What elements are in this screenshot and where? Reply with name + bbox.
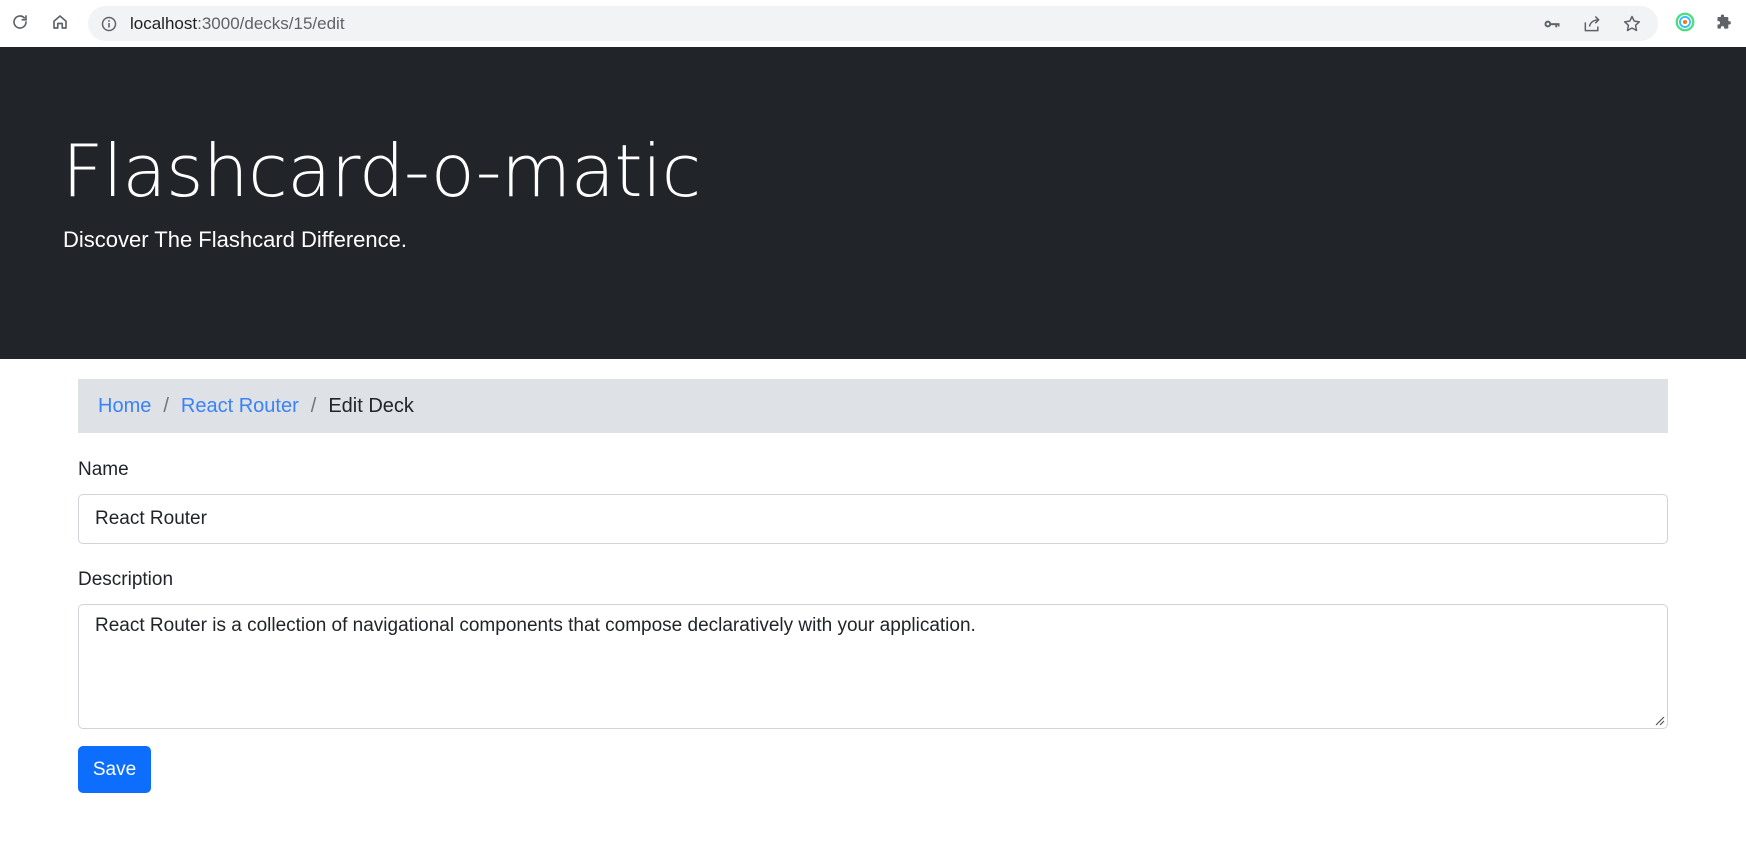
app-subtitle: Discover The Flashcard Difference. bbox=[63, 227, 407, 252]
puzzle-icon[interactable] bbox=[1712, 9, 1738, 35]
star-icon[interactable] bbox=[1621, 13, 1643, 35]
description-textarea[interactable]: React Router is a collection of navigati… bbox=[78, 604, 1668, 729]
browser-toolbar: localhost:3000/decks/15/edit bbox=[0, 0, 1746, 47]
name-input[interactable]: React Router bbox=[78, 494, 1668, 544]
info-icon[interactable] bbox=[100, 15, 117, 32]
breadcrumb-separator: / bbox=[163, 394, 169, 417]
header-jumbotron: Flashcard-o-matic Discover The Flashcard… bbox=[0, 47, 1746, 359]
app-title: Flashcard-o-matic bbox=[62, 129, 701, 213]
reload-icon[interactable] bbox=[7, 9, 33, 35]
name-label: Name bbox=[78, 459, 129, 480]
address-bar[interactable]: localhost:3000/decks/15/edit bbox=[88, 6, 1658, 41]
url-path: :3000/decks/15/edit bbox=[197, 14, 345, 33]
breadcrumb-home-link[interactable]: Home bbox=[98, 395, 151, 418]
url-host: localhost bbox=[130, 14, 198, 33]
breadcrumb: Home / React Router / Edit Deck bbox=[78, 379, 1668, 433]
home-icon[interactable] bbox=[47, 9, 73, 35]
description-label: Description bbox=[78, 569, 174, 590]
breadcrumb-deck-link[interactable]: React Router bbox=[181, 395, 299, 418]
save-button[interactable]: Save bbox=[78, 746, 151, 793]
extension-profile-icon[interactable] bbox=[1672, 9, 1698, 35]
main-content: Home / React Router / Edit Deck Name Rea… bbox=[78, 379, 1668, 793]
key-icon[interactable] bbox=[1541, 13, 1563, 35]
breadcrumb-current: Edit Deck bbox=[328, 394, 414, 417]
resize-handle-icon[interactable] bbox=[1653, 714, 1665, 726]
description-text: React Router is a collection of navigati… bbox=[95, 615, 976, 636]
breadcrumb-separator: / bbox=[310, 394, 317, 417]
share-icon[interactable] bbox=[1581, 13, 1603, 35]
url-text[interactable]: localhost:3000/decks/15/edit bbox=[130, 6, 345, 41]
